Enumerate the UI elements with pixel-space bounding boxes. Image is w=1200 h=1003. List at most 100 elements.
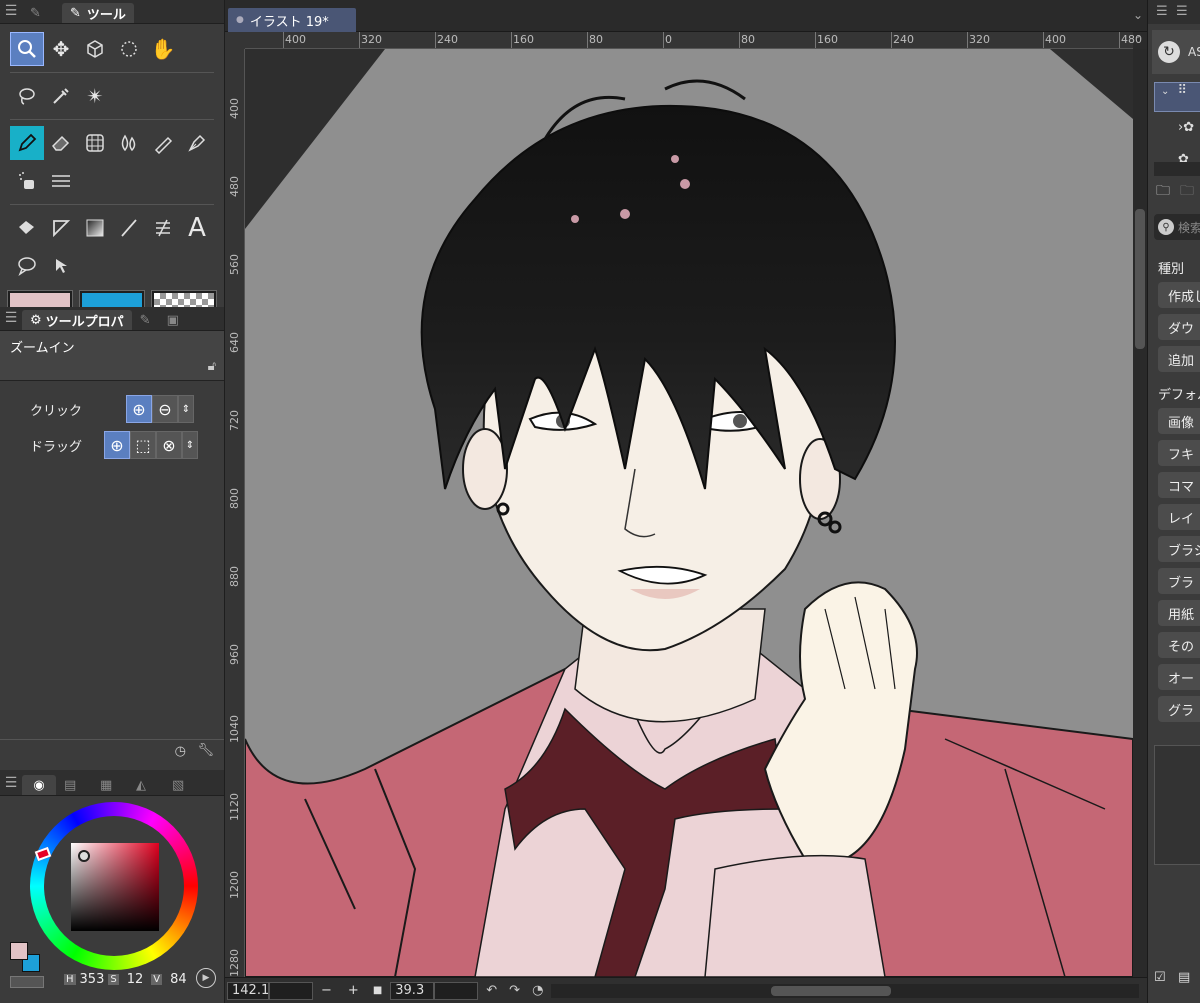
marker-icon[interactable] [180,126,214,160]
tab-color-slider[interactable]: ▤ [56,775,92,795]
reset-icon[interactable]: ◷ [175,744,186,759]
panel-menu-icon[interactable]: ☰ [0,0,22,23]
list-view-icon[interactable]: ▤ [1178,970,1190,985]
scroll-thumb[interactable] [1135,209,1145,349]
tab-brush-size[interactable]: ✎ [132,310,159,330]
category-item[interactable]: ダウ [1158,314,1200,340]
folder-icon[interactable]: 🗀︎ [1180,180,1194,204]
eraser-icon[interactable] [44,126,78,160]
tree-item-brush[interactable]: ›✿ [1178,120,1194,135]
category-item[interactable]: 追加 [1158,346,1200,372]
fit-icon[interactable]: ■ [373,985,382,996]
rotation-field[interactable]: 39.3 [390,981,435,1000]
reset-rotation-icon[interactable]: ◔ [532,983,543,998]
default-item[interactable]: コマ [1158,472,1200,498]
color-wheel[interactable] [30,802,198,970]
frame-icon[interactable] [146,211,180,245]
gradient-ruler-icon[interactable] [44,211,78,245]
tree-scrollbar[interactable] [1154,162,1200,176]
vertical-scrollbar[interactable]: ⌃ [1133,35,1147,977]
tab-tool-property[interactable]: ⚙ ツールプロパ [22,310,132,330]
zoom-dropdown[interactable] [269,981,313,1000]
panel-menu-icon[interactable]: ☰ [0,771,22,795]
category-item[interactable]: 作成し [1158,282,1200,308]
hand-icon[interactable]: ✋ [146,32,180,66]
tree-item-selected[interactable]: ⌄ ⠿ [1154,82,1200,112]
text-icon[interactable]: A [180,211,214,245]
default-item[interactable]: 用紙 [1158,600,1200,626]
eyedropper-icon[interactable] [44,79,78,113]
zoom-out-click-button[interactable]: ⊖ [152,395,178,423]
default-item[interactable]: ブラシ [1158,536,1200,562]
lasso-rotate-icon[interactable] [112,32,146,66]
chevron-up-icon[interactable]: ⌃ [1135,35,1143,46]
checkbox-icon[interactable]: ☑ [1154,970,1166,985]
search-input[interactable]: ⚲ 検索 [1154,214,1200,240]
spray-icon[interactable] [10,164,44,198]
document-tab[interactable]: ● イラスト 19* [228,8,356,32]
rotation-dropdown[interactable] [434,981,479,1000]
zoom-field[interactable]: 142.1 [227,981,269,1000]
tab-icon[interactable]: ☰ [1176,4,1188,19]
play-icon[interactable]: ▶ [196,968,216,988]
drag-zoom-out-button[interactable]: ⊗ [156,431,182,459]
zoom-out-button[interactable]: − [321,983,332,998]
magic-wand-icon[interactable]: ✴ [78,79,112,113]
zoom-in-click-button[interactable]: ⊕ [126,395,152,423]
tab-tool[interactable]: ✎ ツール [62,3,134,23]
default-item[interactable]: その [1158,632,1200,658]
tab-similar[interactable]: ▧ [164,775,200,795]
color-mode-icon[interactable] [10,976,44,988]
drag-zoom-button[interactable]: ⊕ [104,431,130,459]
horizontal-scrollbar[interactable] [551,983,1139,998]
panel-menu-icon[interactable]: ☰ [1156,4,1168,19]
rotate-right-icon[interactable]: ↷ [509,983,520,998]
default-item[interactable]: オー [1158,664,1200,690]
gradient-icon[interactable] [78,211,112,245]
horizontal-ruler: 400 320 240 160 80 0 80 160 240 320 400 480 [245,32,1142,49]
blend-icon[interactable] [112,126,146,160]
correct-line-icon[interactable] [44,249,78,283]
tab-color-circle[interactable]: ◉ [22,775,56,795]
drag-stepper-icon[interactable]: ⇕ [182,431,198,459]
asset-tab[interactable]: ↻ AS [1152,30,1200,74]
grid-icon[interactable] [78,126,112,160]
panel-menu-icon[interactable]: ☰ [0,306,22,330]
lasso-icon[interactable] [10,79,44,113]
pen-icon[interactable] [10,126,44,160]
tab-navigator[interactable]: ▣ [159,310,187,330]
lock-icon[interactable]: 🔓︎ [208,359,216,374]
move-icon[interactable]: ✥ [44,32,78,66]
tab-intermediate[interactable]: ◭ [128,775,164,795]
zoom-in-button[interactable]: + [348,983,359,998]
default-item[interactable]: レイ [1158,504,1200,530]
ruler-tick-label: 960 [228,644,241,665]
sv-cursor-icon[interactable] [78,850,90,862]
hatching-icon[interactable] [44,164,78,198]
drag-rect-zoom-button[interactable]: ⬚ [130,431,156,459]
main-sub-color-indicator[interactable] [10,942,44,972]
zoom-icon[interactable] [10,32,44,66]
default-item[interactable]: グラ [1158,696,1200,722]
ruler-tick-mark [1119,32,1120,48]
tool-property-icon: ⚙ [30,312,42,328]
balloon-icon[interactable] [10,249,44,283]
default-item[interactable]: フキ [1158,440,1200,466]
ruler-tick-label: 0 [665,33,672,46]
h-scroll-thumb[interactable] [771,985,892,996]
airbrush-icon[interactable] [146,126,180,160]
tab-color-set[interactable]: ▦ [92,775,128,795]
object-icon[interactable] [78,32,112,66]
new-folder-icon[interactable]: 🗀︎ [1156,180,1170,204]
default-item[interactable]: 画像 [1158,408,1200,434]
tab-sub-tool-hidden[interactable]: ✎ [22,3,62,23]
wrench-icon[interactable]: 🔧︎ [197,743,214,758]
default-item[interactable]: ブラ [1158,568,1200,594]
fill-icon[interactable] [10,211,44,245]
chevron-down-icon[interactable]: ⌄ [1133,8,1143,22]
rotate-left-icon[interactable]: ↶ [486,983,497,998]
line-icon[interactable] [112,211,146,245]
canvas[interactable] [245,49,1133,977]
click-stepper-icon[interactable]: ⇕ [178,395,194,423]
mini-main-color[interactable] [10,942,28,960]
